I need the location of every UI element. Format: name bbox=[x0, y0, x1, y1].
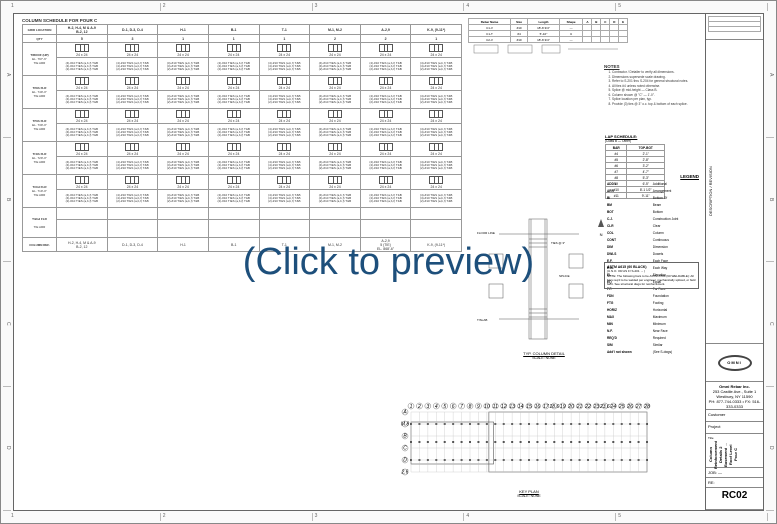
title-field: Title Column Reinforcement Details 2 Bas… bbox=[706, 434, 763, 468]
astm-body: NOTE: The following bars to be ASTM A706… bbox=[607, 274, 696, 286]
svg-text:2.6: 2.6 bbox=[401, 470, 409, 476]
svg-text:C: C bbox=[403, 446, 407, 452]
drawing-main: COLUMN SCHEDULE FOR POUR C GRID LOCATION… bbox=[14, 14, 705, 510]
svg-text:23.6: 23.6 bbox=[599, 404, 610, 410]
svg-text:24: 24 bbox=[610, 404, 617, 410]
svg-text:27: 27 bbox=[635, 404, 642, 410]
title-block: DESCRIPTION / REVISION OMNI Omni Rebar I… bbox=[705, 14, 763, 510]
rebar-list: Rebar NameSizeLengthShapeABCDEC1-V#1018'… bbox=[468, 18, 628, 56]
key-plan-scale: SCALE: NONE bbox=[399, 494, 659, 498]
key-plan-svg: 123456789101112131415161718.619202122232… bbox=[399, 394, 659, 488]
project-field: Project bbox=[706, 422, 763, 434]
svg-text:SPLICE: SPLICE bbox=[559, 274, 570, 278]
svg-text:FLOOR LINE: FLOOR LINE bbox=[477, 231, 495, 235]
column-detail-scale: SCALE: NONE bbox=[469, 356, 619, 360]
ruler-right: ABCD bbox=[766, 13, 774, 511]
column-schedule: COLUMN SCHEDULE FOR POUR C GRID LOCATION… bbox=[22, 18, 462, 252]
schedule-title: COLUMN SCHEDULE FOR POUR C bbox=[22, 18, 462, 23]
svg-text:8: 8 bbox=[469, 404, 472, 410]
svg-text:12: 12 bbox=[501, 404, 507, 410]
desc-rev-label: DESCRIPTION / REVISION bbox=[708, 42, 713, 341]
desc-rev: DESCRIPTION / REVISION bbox=[706, 40, 763, 344]
rev-field: RE: bbox=[706, 478, 763, 488]
ruler-left: ABCD bbox=[3, 13, 11, 511]
svg-text:23: 23 bbox=[593, 404, 600, 410]
svg-text:4: 4 bbox=[435, 404, 438, 410]
svg-text:9: 9 bbox=[477, 404, 480, 410]
svg-text:11: 11 bbox=[493, 404, 498, 410]
rebar-shape-icons bbox=[468, 43, 628, 57]
svg-text:16: 16 bbox=[535, 404, 541, 410]
svg-text:7: 7 bbox=[460, 404, 463, 410]
lap-sub: (Class B — Other) bbox=[605, 139, 665, 143]
column-detail-svg: N FLOOR LINE SPLICE TIES @ 3" T/SLAB bbox=[469, 214, 619, 349]
svg-text:5: 5 bbox=[443, 404, 446, 410]
column-detail: N FLOOR LINE SPLICE TIES @ 3" T/SLAB TYP… bbox=[469, 214, 619, 364]
svg-text:10: 10 bbox=[484, 404, 490, 410]
drawing-inner: COLUMN SCHEDULE FOR POUR C GRID LOCATION… bbox=[13, 13, 764, 511]
svg-text:3: 3 bbox=[426, 404, 429, 410]
svg-text:26: 26 bbox=[626, 404, 633, 410]
key-plan: 123456789101112131415161718.619202122232… bbox=[399, 394, 659, 504]
svg-text:20: 20 bbox=[567, 404, 574, 410]
company-phone: PH: 877-744-0333 • FX: 516-333-0333 bbox=[709, 399, 761, 409]
notes-title: NOTES bbox=[604, 64, 699, 69]
svg-text:22: 22 bbox=[584, 404, 591, 410]
svg-text:TIES @ 3": TIES @ 3" bbox=[551, 241, 565, 245]
svg-text:6: 6 bbox=[452, 404, 455, 410]
svg-text:15: 15 bbox=[526, 404, 532, 410]
drawing-sheet[interactable]: 12345 12345 ABCD ABCD COLUMN SCHEDULE FO… bbox=[0, 0, 777, 524]
customer-field: Customer bbox=[706, 410, 763, 422]
company-info: Omni Rebar Inc. 253 Castile Ave., Suite … bbox=[706, 382, 763, 410]
schedule-table: GRID LOCATIONH-2, H-4, M & A-9 B-2, 12D-… bbox=[22, 24, 462, 252]
svg-text:28: 28 bbox=[643, 404, 650, 410]
svg-text:19: 19 bbox=[560, 404, 566, 410]
svg-text:T/SLAB: T/SLAB bbox=[477, 318, 487, 322]
job-field: JOB: — bbox=[706, 468, 763, 478]
svg-text:M.8: M.8 bbox=[401, 422, 410, 428]
svg-text:D: D bbox=[403, 458, 407, 464]
svg-text:N: N bbox=[600, 232, 603, 237]
svg-text:A: A bbox=[402, 410, 407, 416]
sheet-title: Column Reinforcement Details 2 Basement … bbox=[708, 440, 738, 469]
svg-text:21: 21 bbox=[576, 404, 583, 410]
sheet-number: RC02 bbox=[706, 488, 763, 510]
astm-sub: (U.N.O. OR AS F/ S-201 → ) bbox=[607, 269, 696, 273]
svg-text:25: 25 bbox=[618, 404, 625, 410]
svg-text:18.6: 18.6 bbox=[549, 404, 559, 410]
ruler-top: 12345 bbox=[9, 3, 768, 11]
ruler-bottom: 12345 bbox=[9, 513, 768, 521]
notes-block: NOTES Contractor / Detailer to verify al… bbox=[604, 64, 699, 107]
svg-text:1: 1 bbox=[410, 404, 413, 410]
company-logo: OMNI bbox=[706, 344, 763, 382]
svg-text:2: 2 bbox=[417, 404, 421, 410]
logo-text: OMNI bbox=[718, 355, 752, 371]
svg-text:17: 17 bbox=[543, 404, 549, 410]
svg-text:14: 14 bbox=[518, 404, 524, 410]
svg-text:13: 13 bbox=[509, 404, 515, 410]
rev-table bbox=[706, 14, 763, 40]
